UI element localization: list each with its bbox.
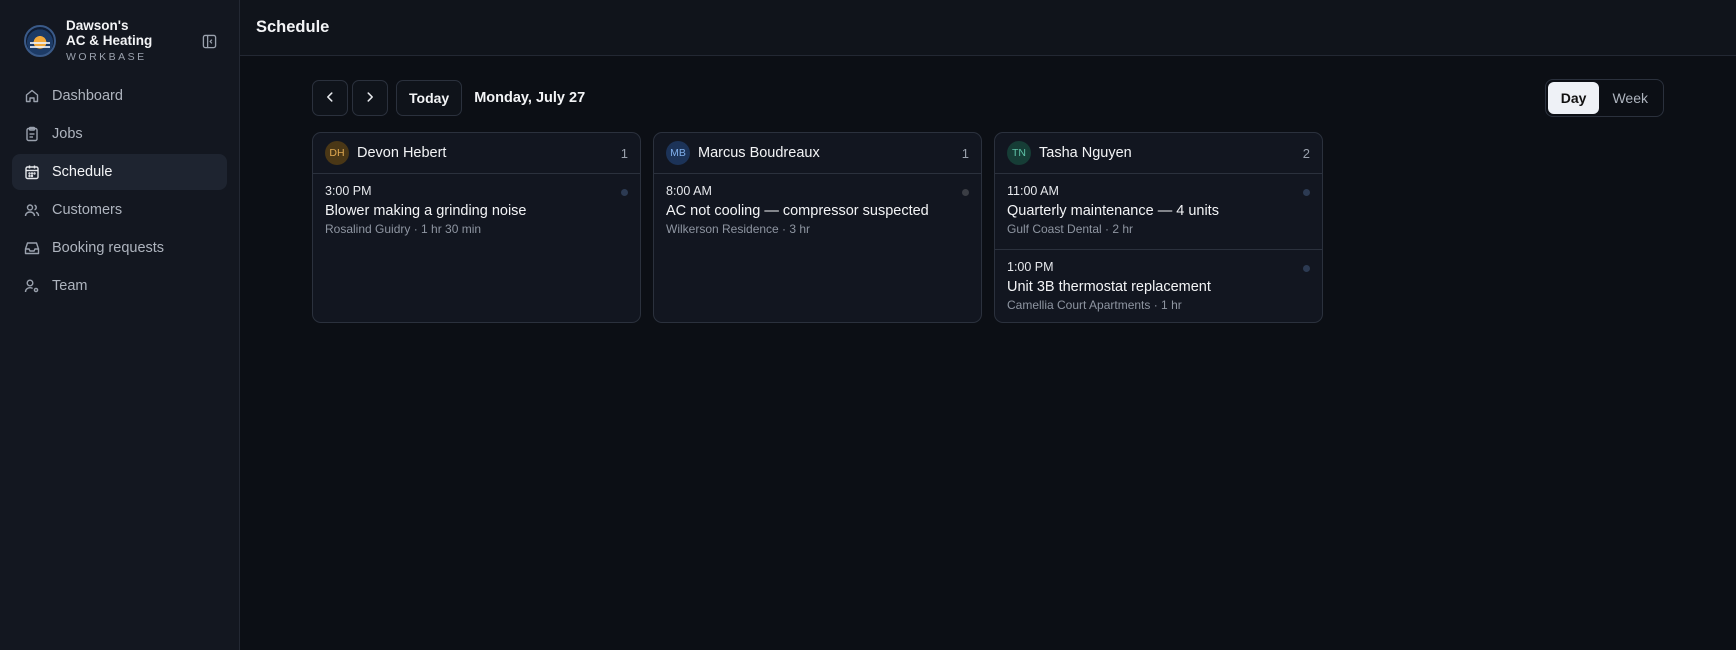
chevron-right-icon	[363, 90, 377, 107]
job-title: AC not cooling — compressor suspected	[666, 203, 929, 219]
schedule-content: Today Monday, July 27 Day Week DH Devon …	[240, 56, 1736, 323]
brand-name-line1: Dawson's	[66, 17, 129, 33]
sidebar: Dawson's AC & Heating WORKBASE Dashboard…	[0, 0, 240, 650]
sidebar-item-customers[interactable]: Customers	[12, 192, 227, 228]
brand: Dawson's AC & Heating WORKBASE	[0, 0, 239, 68]
previous-day-button[interactable]	[312, 80, 348, 116]
job-time: 1:00 PM	[1007, 260, 1054, 274]
technician-columns: DH Devon Hebert 1 3:00 PM Blower making …	[312, 132, 1664, 323]
view-toggle: Day Week	[1544, 79, 1664, 117]
home-icon	[24, 88, 40, 104]
sidebar-item-label: Dashboard	[52, 88, 123, 104]
clipboard-icon	[24, 126, 40, 142]
job-title: Unit 3B thermostat replacement	[1007, 279, 1211, 295]
calendar-icon	[24, 164, 40, 180]
job-title: Blower making a grinding noise	[325, 203, 527, 219]
company-logo-icon	[24, 25, 56, 57]
job-meta: Camellia Court Apartments · 1 hr	[1007, 298, 1182, 312]
users-icon	[24, 202, 40, 218]
status-dot	[962, 189, 969, 196]
avatar: TN	[1007, 141, 1031, 165]
schedule-toolbar: Today Monday, July 27 Day Week	[312, 79, 1664, 117]
week-view-button[interactable]: Week	[1599, 82, 1661, 114]
avatar: DH	[325, 141, 349, 165]
current-date-label: Monday, July 27	[474, 90, 586, 106]
job-card[interactable]: 11:00 AM Quarterly maintenance — 4 units…	[995, 174, 1322, 249]
next-day-button[interactable]	[352, 80, 388, 116]
sidebar-item-label: Booking requests	[52, 240, 165, 256]
job-time: 3:00 PM	[325, 184, 372, 198]
chevron-left-icon	[323, 90, 337, 107]
technician-name: Tasha Nguyen	[1039, 145, 1132, 161]
sidebar-item-schedule[interactable]: Schedule	[12, 154, 227, 190]
job-title: Quarterly maintenance — 4 units	[1007, 203, 1219, 219]
sidebar-item-booking-requests[interactable]: Booking requests	[12, 230, 227, 266]
job-time: 8:00 AM	[666, 184, 712, 198]
job-count: 2	[1302, 145, 1310, 161]
main-area: Schedule Today Monday, July 27 Day Week	[240, 0, 1736, 650]
collapse-sidebar-icon[interactable]	[199, 31, 219, 51]
job-count: 1	[961, 145, 969, 161]
job-meta: Wilkerson Residence · 3 hr	[666, 222, 811, 236]
sidebar-item-label: Jobs	[52, 126, 83, 142]
sidebar-nav: Dashboard Jobs Schedule Customers Bookin…	[0, 68, 239, 314]
day-view-button[interactable]: Day	[1547, 82, 1600, 114]
sidebar-item-label: Team	[52, 278, 88, 294]
top-bar: Schedule	[240, 0, 1736, 56]
sidebar-item-team[interactable]: Team	[12, 268, 227, 304]
status-dot	[1303, 265, 1310, 272]
today-button[interactable]: Today	[396, 80, 463, 116]
inbox-icon	[24, 240, 40, 256]
sidebar-item-dashboard[interactable]: Dashboard	[12, 78, 227, 114]
user-cog-icon	[24, 278, 40, 294]
sidebar-item-label: Schedule	[52, 164, 113, 180]
job-card[interactable]: 1:00 PM Unit 3B thermostat replacement C…	[995, 249, 1322, 322]
brand-subtitle: WORKBASE	[66, 50, 147, 63]
technician-header: TN Tasha Nguyen 2	[995, 133, 1322, 174]
technician-column: TN Tasha Nguyen 2 11:00 AM Quarterly mai…	[994, 132, 1323, 323]
job-card[interactable]: 8:00 AM AC not cooling — compressor susp…	[654, 174, 981, 249]
job-meta: Gulf Coast Dental · 2 hr	[1007, 222, 1134, 236]
avatar: MB	[666, 141, 690, 165]
technician-header: DH Devon Hebert 1	[313, 133, 640, 174]
page-title: Schedule	[256, 18, 330, 36]
technician-column: DH Devon Hebert 1 3:00 PM Blower making …	[312, 132, 641, 323]
technician-name: Marcus Boudreaux	[698, 145, 820, 161]
job-time: 11:00 AM	[1007, 184, 1059, 198]
brand-name-line2: AC & Heating	[66, 32, 153, 48]
technician-name: Devon Hebert	[357, 145, 447, 161]
sidebar-item-label: Customers	[52, 202, 123, 218]
brand-text: Dawson's AC & Heating WORKBASE	[66, 17, 199, 63]
job-card[interactable]: 3:00 PM Blower making a grinding noise R…	[313, 174, 640, 249]
status-dot	[621, 189, 628, 196]
job-count: 1	[620, 145, 628, 161]
technician-column: MB Marcus Boudreaux 1 8:00 AM AC not coo…	[653, 132, 982, 323]
sidebar-item-jobs[interactable]: Jobs	[12, 116, 227, 152]
technician-header: MB Marcus Boudreaux 1	[654, 133, 981, 174]
job-meta: Rosalind Guidry · 1 hr 30 min	[325, 222, 482, 236]
status-dot	[1303, 189, 1310, 196]
